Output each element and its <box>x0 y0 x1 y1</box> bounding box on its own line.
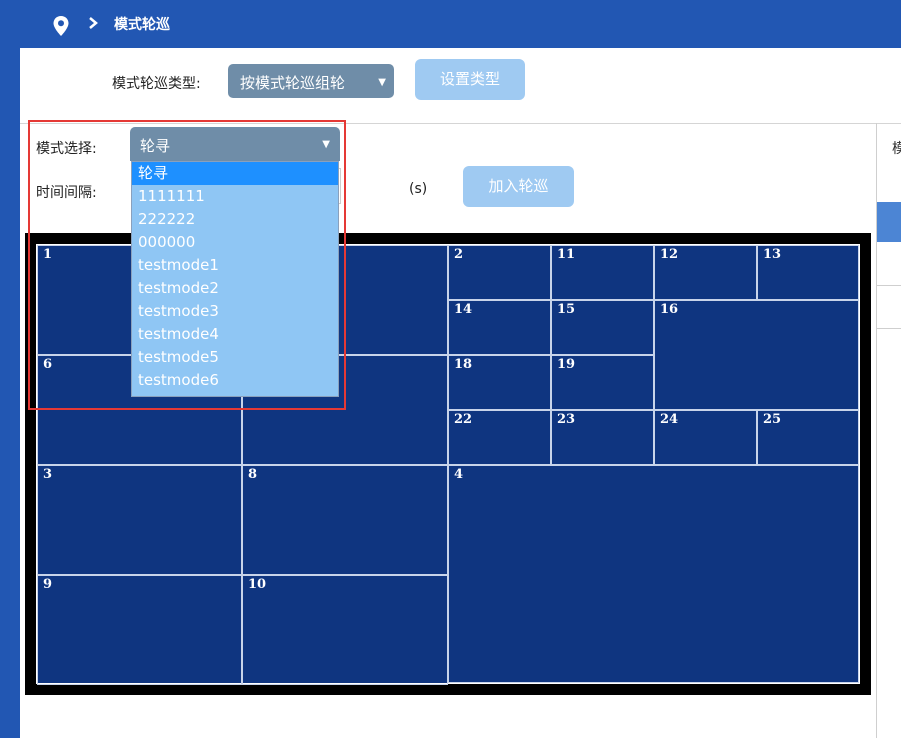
right-panel-row-divider <box>877 328 901 329</box>
wall-cell[interactable]: 11 <box>551 245 654 300</box>
wall-cell[interactable]: 2 <box>448 245 551 300</box>
wall-cell[interactable]: 19 <box>551 355 654 410</box>
add-to-rotation-button[interactable]: 加入轮巡 <box>463 166 574 207</box>
dropdown-option[interactable]: testmode4 <box>132 323 338 346</box>
wall-cell[interactable]: 10 <box>242 575 448 685</box>
breadcrumb: 模式轮巡 <box>8 0 901 48</box>
main-content: 模式轮巡类型: 按模式轮巡组轮 ▼ 设置类型 模 模式选择: 轮寻 ▼ 时间间隔… <box>20 48 901 738</box>
wall-cell[interactable]: 9 <box>37 575 242 685</box>
wall-cell[interactable]: 23 <box>551 410 654 465</box>
dropdown-option[interactable]: 222222 <box>132 208 338 231</box>
wall-cell[interactable]: 8 <box>242 465 448 575</box>
chevron-right-icon <box>89 17 98 29</box>
wall-cell[interactable]: 25 <box>757 410 859 465</box>
rotation-type-select[interactable]: 按模式轮巡组轮 ▼ <box>228 64 394 98</box>
wall-cell[interactable]: 24 <box>654 410 757 465</box>
right-panel-row-divider <box>877 285 901 286</box>
dropdown-option[interactable]: testmode6 <box>132 369 338 392</box>
wall-cell[interactable]: 22 <box>448 410 551 465</box>
page-title: 模式轮巡 <box>114 17 170 33</box>
dropdown-arrow-icon: ▼ <box>378 77 386 88</box>
dropdown-arrow-icon: ▼ <box>322 139 330 150</box>
wall-cell[interactable]: 12 <box>654 245 757 300</box>
dropdown-option[interactable]: 轮寻 <box>132 162 338 185</box>
interval-label: 时间间隔: <box>36 185 97 201</box>
wall-cell[interactable]: 13 <box>757 245 859 300</box>
wall-cell[interactable]: 14 <box>448 300 551 355</box>
dropdown-option[interactable]: testmode3 <box>132 300 338 323</box>
left-edge-strip <box>0 0 8 738</box>
mode-select[interactable]: 轮寻 ▼ <box>130 127 340 161</box>
mode-dropdown-list[interactable]: 轮寻 1111111 222222 000000 testmode1 testm… <box>131 161 339 397</box>
section-divider <box>20 123 901 124</box>
wall-cell[interactable]: 3 <box>37 465 242 575</box>
dropdown-option[interactable]: 1111111 <box>132 185 338 208</box>
dropdown-option[interactable]: testmode2 <box>132 277 338 300</box>
dropdown-option[interactable]: testmode5 <box>132 346 338 369</box>
inner-left-strip <box>8 48 20 738</box>
wall-cell[interactable]: 16 <box>654 300 859 410</box>
wall-cell[interactable]: 15 <box>551 300 654 355</box>
wall-cell[interactable]: 4 <box>448 465 859 683</box>
dropdown-option[interactable]: testmode1 <box>132 254 338 277</box>
location-pin-icon <box>53 16 69 36</box>
rotation-type-value: 按模式轮巡组轮 <box>240 74 346 92</box>
wall-cell[interactable]: 18 <box>448 355 551 410</box>
mode-select-value: 轮寻 <box>140 137 171 155</box>
type-label: 模式轮巡类型: <box>112 76 201 92</box>
right-panel-selected-row[interactable] <box>877 202 901 242</box>
right-panel-label: 模 <box>892 141 901 157</box>
set-type-button[interactable]: 设置类型 <box>415 59 525 100</box>
dropdown-option[interactable]: 000000 <box>132 231 338 254</box>
mode-label: 模式选择: <box>36 141 97 157</box>
interval-unit: (s) <box>409 181 428 197</box>
